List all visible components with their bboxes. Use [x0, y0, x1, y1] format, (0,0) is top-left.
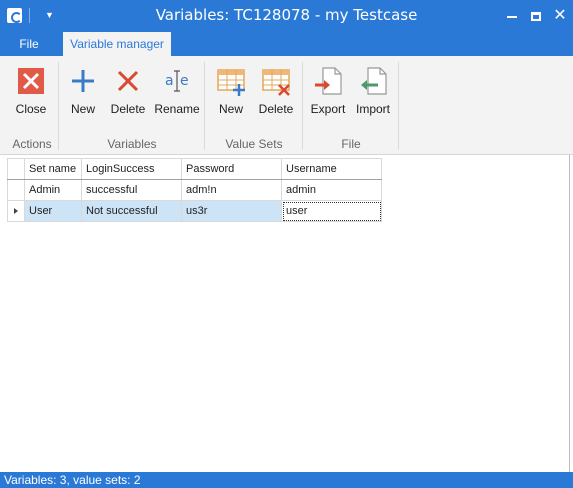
rename-icon: a e: [165, 70, 189, 92]
tab-file[interactable]: File: [8, 32, 50, 56]
group-label-value-sets: Value Sets: [225, 137, 283, 151]
group-label-file: File: [341, 137, 361, 151]
grid-border: [569, 155, 570, 472]
x-icon: [117, 70, 139, 92]
export-icon: [315, 67, 342, 95]
ribbon: Close Actions New Delete a e Rename Vari…: [0, 56, 573, 155]
group-label-variables: Variables: [107, 137, 157, 151]
row-header[interactable]: [7, 179, 25, 201]
grid-cell-password[interactable]: us3r: [181, 200, 282, 222]
import-icon: [361, 67, 387, 95]
grid-cell-login-success[interactable]: successful: [81, 179, 182, 201]
svg-text:a: a: [165, 73, 174, 89]
grid-cell-set-name[interactable]: Admin: [24, 179, 82, 201]
import-button[interactable]: Import: [350, 64, 396, 119]
column-header-username[interactable]: Username: [281, 158, 382, 180]
column-header-set-name[interactable]: Set name: [24, 158, 82, 180]
grid-cell-username[interactable]: user: [281, 200, 382, 222]
group-separator: [398, 62, 399, 150]
rename-variable-button[interactable]: a e Rename: [154, 64, 200, 119]
column-header-password[interactable]: Password: [181, 158, 282, 180]
column-header-login-success[interactable]: LoginSuccess: [81, 158, 182, 180]
table-add-icon: [217, 69, 245, 96]
svg-text:e: e: [180, 73, 189, 89]
value-sets-grid[interactable]: Set name LoginSuccess Password Username …: [7, 158, 382, 222]
close-icon: [18, 68, 44, 94]
minimize-icon: [507, 15, 517, 18]
row-header[interactable]: [7, 200, 25, 222]
grid-cell-set-name[interactable]: User: [24, 200, 82, 222]
current-row-arrow-icon: [14, 208, 18, 214]
maximize-icon: [531, 12, 541, 22]
ribbon-tab-bar: File Variable manager: [0, 32, 573, 56]
grid-header-row: Set name LoginSuccess Password Username: [7, 158, 382, 180]
table-row[interactable]: Admin successful adm!n admin: [7, 179, 382, 201]
grid-cell-username[interactable]: admin: [281, 179, 382, 201]
group-label-actions: Actions: [12, 137, 52, 151]
table-row[interactable]: User Not successful us3r user: [7, 200, 382, 222]
close-button[interactable]: Close: [8, 64, 54, 119]
plus-icon: [72, 70, 94, 92]
table-delete-icon: [262, 69, 290, 96]
delete-value-set-button[interactable]: Delete: [253, 64, 299, 119]
tab-variable-manager[interactable]: Variable manager: [63, 32, 171, 56]
close-window-button[interactable]: ✕: [545, 0, 573, 32]
delete-variable-button[interactable]: Delete: [105, 64, 151, 119]
grid-cell-password[interactable]: adm!n: [181, 179, 282, 201]
import-label: Import: [355, 102, 390, 116]
rename-variable-label: Rename: [154, 102, 200, 116]
window-title: Variables: TC128078 - my Testcase: [155, 6, 418, 24]
grid-corner-header[interactable]: [7, 158, 25, 180]
value-sets-grid-area: Set name LoginSuccess Password Username …: [0, 155, 573, 472]
title-bar: ▼ Variables: TC128078 - my Testcase ✕: [0, 0, 573, 32]
status-bar: Variables: 3, value sets: 2: [0, 472, 573, 488]
grid-cell-login-success[interactable]: Not successful: [81, 200, 182, 222]
